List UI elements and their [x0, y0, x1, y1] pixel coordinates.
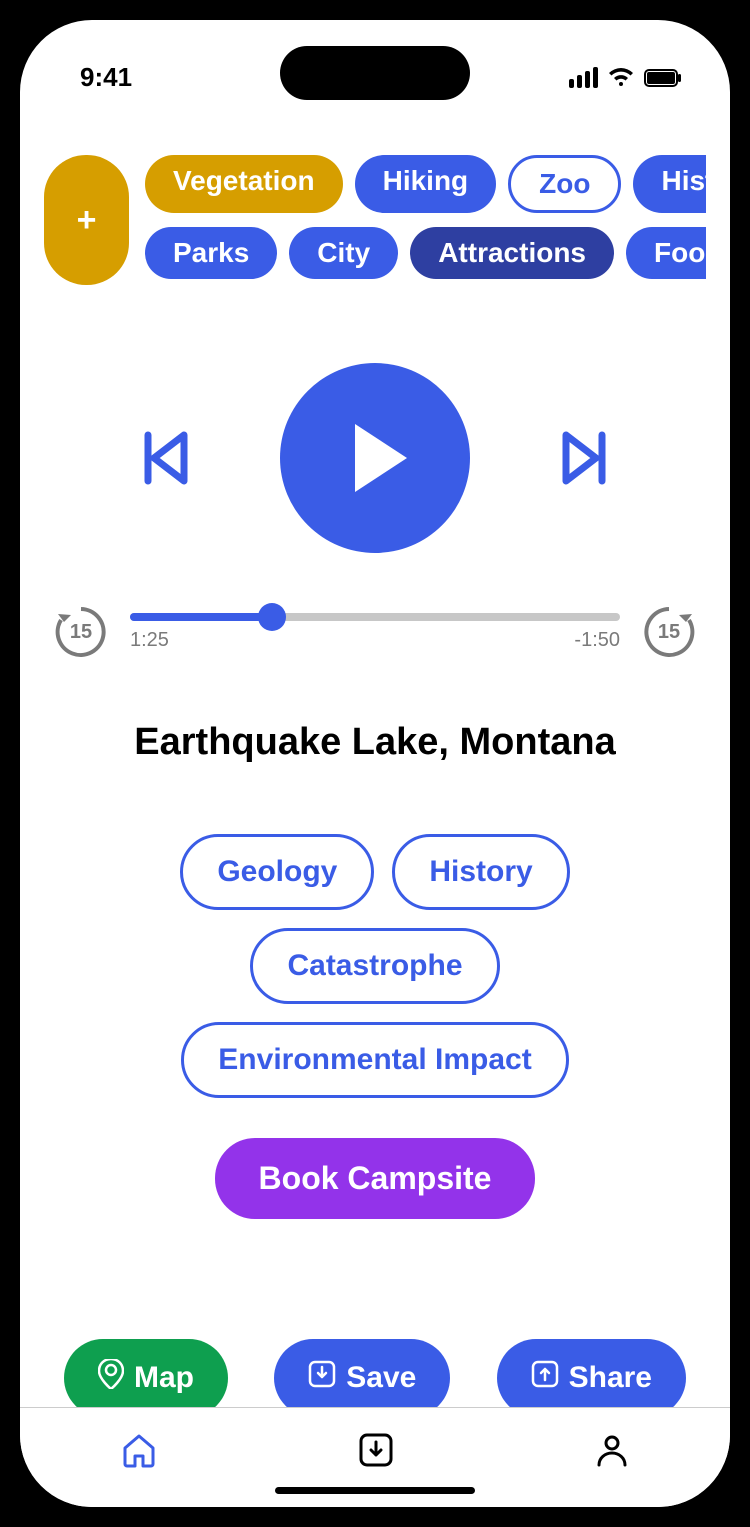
- forward-seconds-label: 15: [658, 621, 680, 644]
- side-button: [746, 410, 750, 560]
- battery-icon: [644, 69, 682, 87]
- player-controls: [44, 363, 706, 553]
- map-button[interactable]: Map: [64, 1339, 228, 1407]
- chip-vegetation[interactable]: Vegetation: [145, 155, 343, 213]
- topic-catastrophe[interactable]: Catastrophe: [250, 928, 499, 1004]
- next-track-button[interactable]: [550, 423, 620, 493]
- page-title: Earthquake Lake, Montana: [44, 721, 706, 764]
- home-icon: [119, 1430, 159, 1470]
- wifi-icon: [608, 68, 634, 88]
- scrubber-thumb[interactable]: [258, 603, 286, 631]
- topic-pills: Geology History Catastrophe Environmenta…: [44, 834, 706, 1098]
- download-icon: [308, 1360, 336, 1396]
- pin-icon: [98, 1359, 124, 1397]
- save-label: Save: [346, 1361, 416, 1395]
- action-buttons: Map Save Share: [44, 1339, 706, 1407]
- scrubber-fill: [130, 613, 272, 621]
- category-chips: + Vegetation Hiking Zoo Historic Parks C…: [44, 155, 706, 293]
- chip-attractions[interactable]: Attractions: [410, 227, 614, 279]
- status-time: 9:41: [80, 62, 132, 93]
- dynamic-island: [280, 46, 470, 100]
- topic-env-impact[interactable]: Environmental Impact: [181, 1022, 568, 1098]
- share-button[interactable]: Share: [497, 1339, 686, 1407]
- play-icon: [355, 424, 407, 492]
- chip-hiking[interactable]: Hiking: [355, 155, 497, 213]
- add-category-button[interactable]: +: [44, 155, 129, 285]
- forward-15-button[interactable]: 15: [640, 603, 698, 661]
- rewind-seconds-label: 15: [70, 621, 92, 644]
- home-indicator: [275, 1487, 475, 1494]
- tab-home[interactable]: [119, 1430, 159, 1475]
- previous-track-button[interactable]: [130, 423, 200, 493]
- chip-parks[interactable]: Parks: [145, 227, 277, 279]
- chip-historic[interactable]: Historic: [633, 155, 706, 213]
- elapsed-time: 1:25: [130, 629, 169, 652]
- chip-city[interactable]: City: [289, 227, 398, 279]
- side-button: [0, 490, 4, 585]
- share-icon: [531, 1360, 559, 1396]
- play-button[interactable]: [280, 363, 470, 553]
- profile-icon: [593, 1431, 631, 1469]
- tab-profile[interactable]: [593, 1431, 631, 1474]
- scrubber-track[interactable]: [130, 613, 620, 621]
- share-label: Share: [569, 1361, 652, 1395]
- chip-food[interactable]: Food: [626, 227, 706, 279]
- phone-frame: 9:41 + Vegetation: [0, 0, 750, 1527]
- side-button: [0, 370, 4, 465]
- rewind-15-button[interactable]: 15: [52, 603, 110, 661]
- topic-geology[interactable]: Geology: [180, 834, 374, 910]
- chip-zoo[interactable]: Zoo: [508, 155, 621, 213]
- remaining-time: -1:50: [574, 629, 620, 652]
- save-button[interactable]: Save: [274, 1339, 450, 1407]
- tab-saved[interactable]: [357, 1431, 395, 1474]
- map-label: Map: [134, 1361, 194, 1395]
- cellular-icon: [569, 67, 598, 88]
- saved-icon: [357, 1431, 395, 1469]
- book-campsite-button[interactable]: Book Campsite: [215, 1138, 536, 1219]
- topic-history[interactable]: History: [392, 834, 569, 910]
- side-button: [0, 280, 4, 330]
